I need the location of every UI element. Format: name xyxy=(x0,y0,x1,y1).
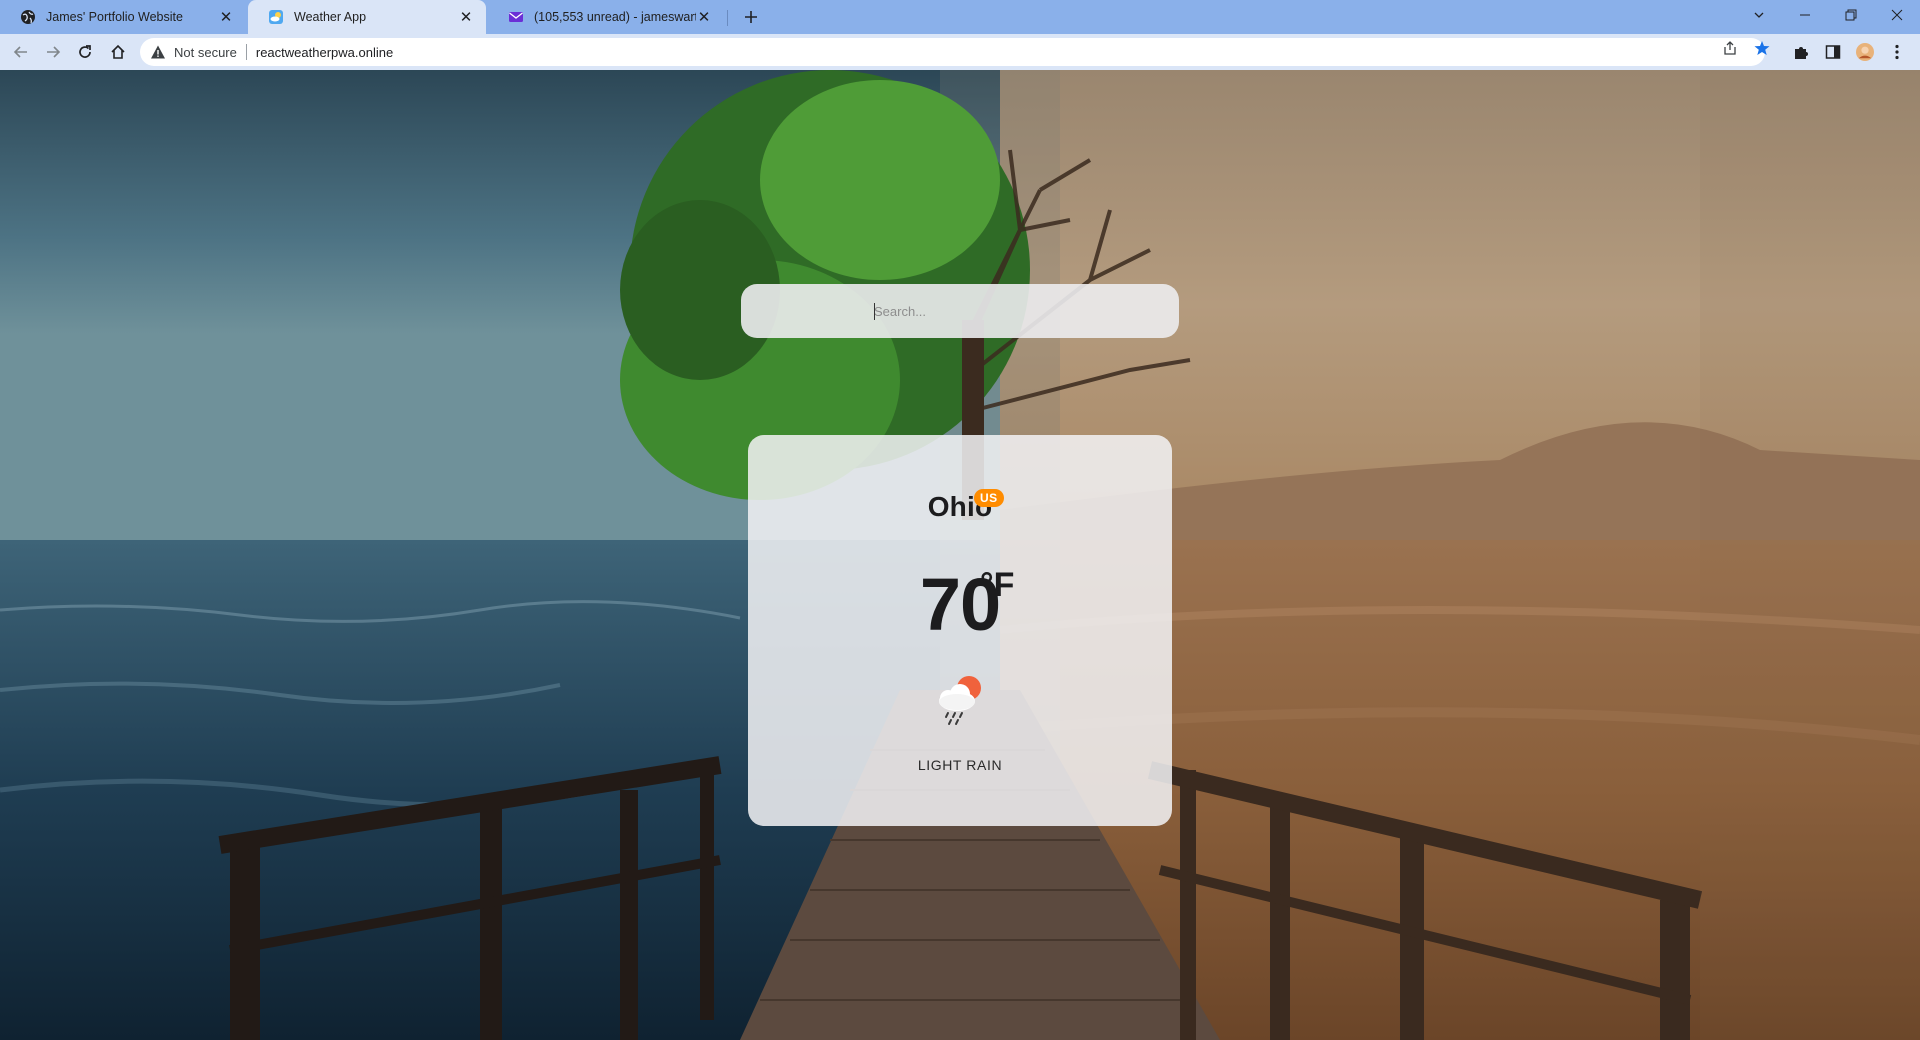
close-icon xyxy=(1891,9,1903,21)
reload-icon xyxy=(79,45,91,58)
back-button[interactable] xyxy=(9,40,33,64)
arrow-right-icon xyxy=(47,46,61,58)
close-icon[interactable]: ✕ xyxy=(458,9,474,26)
weather-condition: LIGHT RAIN xyxy=(917,757,1003,773)
address-bar[interactable]: Not secure reactweatherpwa.online xyxy=(140,38,1765,66)
mail-icon xyxy=(509,12,523,22)
address-divider xyxy=(245,44,247,60)
profile-button[interactable] xyxy=(1856,43,1874,61)
weather-card: Ohio US 70 °F LIGHT RAIN xyxy=(748,435,1172,826)
search-input[interactable] xyxy=(741,284,1179,338)
close-icon[interactable]: ✕ xyxy=(218,9,234,26)
security-status[interactable]: Not secure xyxy=(174,45,237,60)
url-text[interactable]: reactweatherpwa.online xyxy=(256,45,393,60)
menu-button[interactable] xyxy=(1888,43,1906,61)
home-button[interactable] xyxy=(106,40,130,64)
share-icon[interactable] xyxy=(1722,40,1738,56)
tab-portfolio[interactable]: James' Portfolio Website ✕ xyxy=(0,0,246,34)
close-window-button[interactable] xyxy=(1874,0,1920,30)
chevron-down-icon xyxy=(1754,12,1764,18)
tab-strip: James' Portfolio Website ✕ Weather App ✕… xyxy=(0,0,1920,34)
close-icon[interactable]: ✕ xyxy=(696,9,712,26)
home-icon xyxy=(111,44,125,59)
plus-icon xyxy=(745,11,757,23)
side-panel-icon xyxy=(1825,45,1841,59)
tab-search-button[interactable] xyxy=(1736,0,1782,30)
extensions-button[interactable] xyxy=(1792,43,1810,61)
temperature-row: 70 °F xyxy=(748,562,1172,647)
tab-mail[interactable]: (105,553 unread) - jameswartman ✕ xyxy=(488,0,724,34)
bookmark-star-icon[interactable] xyxy=(1754,40,1770,56)
restore-button[interactable] xyxy=(1828,0,1874,30)
browser-toolbar: Not secure reactweatherpwa.online xyxy=(0,34,1920,70)
forward-button[interactable] xyxy=(41,40,65,64)
globe-icon xyxy=(21,10,35,24)
tab-separator xyxy=(727,10,728,26)
tab-title: Weather App xyxy=(294,10,367,24)
weather-app-page: Ohio US 70 °F LIGHT RAIN xyxy=(0,70,1920,1040)
search-bar[interactable] xyxy=(741,284,1179,338)
weather-app-icon xyxy=(269,10,283,24)
tab-title: (105,553 unread) - jameswartman xyxy=(534,10,696,24)
avatar xyxy=(1856,43,1874,61)
minimize-button[interactable] xyxy=(1782,0,1828,30)
country-badge: US xyxy=(974,489,1004,507)
restore-icon xyxy=(1845,9,1857,21)
warning-icon xyxy=(151,45,165,59)
temperature-unit: °F xyxy=(980,566,1015,604)
new-tab-button[interactable] xyxy=(738,4,764,30)
tab-weather-app[interactable]: Weather App ✕ xyxy=(248,0,486,34)
puzzle-icon xyxy=(1795,47,1808,59)
side-panel-button[interactable] xyxy=(1824,43,1842,61)
reload-button[interactable] xyxy=(73,40,97,64)
more-vert-icon xyxy=(1895,44,1899,60)
arrow-left-icon xyxy=(13,46,27,58)
light-rain-sun-icon xyxy=(939,676,981,725)
text-cursor xyxy=(874,303,875,320)
location-row: Ohio US xyxy=(748,489,1172,523)
tab-title: James' Portfolio Website xyxy=(46,10,183,24)
minimize-icon xyxy=(1800,14,1810,16)
